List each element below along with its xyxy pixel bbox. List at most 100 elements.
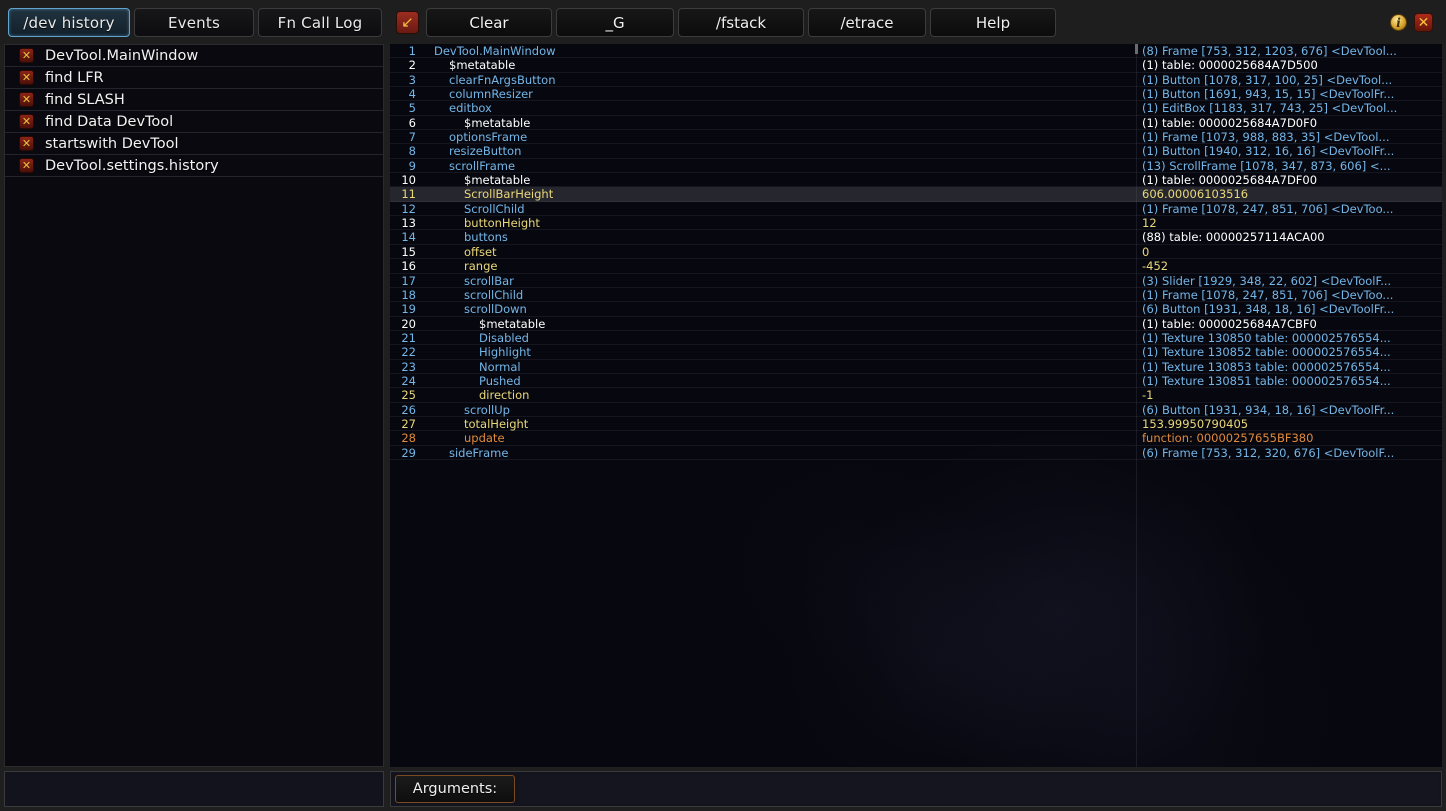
tree-row-key: Disabled	[479, 330, 529, 345]
tree-row-key: $metatable	[479, 316, 546, 331]
tree-row-number: 15	[401, 244, 416, 259]
tree-row-number: 24	[401, 373, 416, 388]
tree-row[interactable]: 28 update function: 00000257655BF380	[390, 431, 1442, 446]
top-toolbar: /dev history Events Fn Call Log ↙ Clear …	[0, 0, 1446, 44]
tree-row-value: (8) Frame [753, 312, 1203, 676] <DevTool…	[1142, 44, 1397, 58]
tree-row-value: (6) Button [1931, 348, 18, 16] <DevToolF…	[1142, 302, 1395, 317]
tree-row[interactable]: 25 direction -1	[390, 388, 1442, 403]
close-icon[interactable]: ✕	[1414, 13, 1433, 32]
tree-row-number: 28	[401, 431, 416, 446]
tree-row-number: 11	[401, 187, 416, 202]
etrace-button[interactable]: /etrace	[808, 8, 926, 37]
tree-row-number: 21	[401, 330, 416, 345]
collapse-arrow-button[interactable]: ↙	[396, 11, 419, 34]
history-item[interactable]: ✕ startswith DevTool	[5, 133, 383, 155]
help-button[interactable]: Help	[930, 8, 1056, 37]
tree-row-key: range	[464, 259, 498, 274]
sidebar-command-input[interactable]	[4, 771, 384, 807]
arrow-down-left-icon: ↙	[401, 13, 414, 31]
history-sidebar: ✕ DevTool.MainWindow ✕ find LFR ✕ find SLASH ✕…	[4, 44, 384, 767]
tab-events-label: Events	[168, 13, 220, 32]
tree-row-key: Normal	[479, 359, 521, 374]
history-item-delete-icon[interactable]: ✕	[19, 70, 34, 85]
tree-row[interactable]: 26 scrollUp (6) Button [1931, 934, 18, 16]…	[390, 403, 1442, 417]
tab-events[interactable]: Events	[134, 8, 254, 37]
tree-row[interactable]: 20 $metatable (1) table: 0000025684A7CBF0	[390, 317, 1442, 331]
tab-dev-history[interactable]: /dev history	[8, 8, 130, 37]
tree-row[interactable]: 12 ScrollChild (1) Frame [1078, 247, 851, …	[390, 202, 1442, 217]
tree-row[interactable]: 6 $metatable (1) table: 0000025684A7D0F0	[390, 116, 1442, 131]
tree-row-number: 7	[408, 130, 416, 145]
object-tree-panel: 1 DevTool.MainWindow (8) Frame [753, 312, …	[390, 44, 1442, 767]
tree-row-key: $metatable	[449, 58, 516, 73]
tree-row[interactable]: 16 range -452	[390, 259, 1442, 274]
history-item-delete-icon[interactable]: ✕	[19, 158, 34, 173]
tree-row-number: 10	[401, 173, 416, 188]
history-item[interactable]: ✕ find Data DevTool	[5, 111, 383, 133]
fstack-button[interactable]: /fstack	[678, 8, 804, 37]
tree-row-number: 19	[401, 302, 416, 317]
tree-row[interactable]: 1 DevTool.MainWindow (8) Frame [753, 312, …	[390, 44, 1442, 59]
tree-row[interactable]: 5 editbox (1) EditBox [1183, 317, 743, 25]…	[390, 101, 1442, 116]
tree-row[interactable]: 17 scrollBar (3) Slider [1929, 348, 22, 60…	[390, 274, 1442, 288]
tree-row[interactable]: 10 $metatable (1) table: 0000025684A7DF00	[390, 173, 1442, 188]
arguments-button[interactable]: Arguments:	[395, 775, 515, 803]
tree-row[interactable]: 14 buttons (88) table: 00000257114ACA00	[390, 230, 1442, 245]
tree-row[interactable]: 23 Normal (1) Texture 130853 table: 000002…	[390, 360, 1442, 374]
tree-row-number: 1	[408, 44, 416, 58]
help-button-label: Help	[975, 13, 1011, 32]
history-item-delete-icon[interactable]: ✕	[19, 48, 34, 63]
tree-row[interactable]: 2 $metatable (1) table: 0000025684A7D500	[390, 58, 1442, 73]
tree-row-value: (1) table: 0000025684A7DF00	[1142, 173, 1318, 188]
tree-row-number: 18	[401, 287, 416, 302]
etrace-button-label: /etrace	[840, 13, 894, 32]
tree-row-key: clearFnArgsButton	[449, 72, 556, 87]
tree-row[interactable]: 9 scrollFrame (13) ScrollFrame [1078, 347,…	[390, 159, 1442, 174]
tree-row[interactable]: 4 columnResizer (1) Button [1691, 943, 15,…	[390, 87, 1442, 102]
clear-button[interactable]: Clear	[426, 8, 552, 37]
history-item[interactable]: ✕ find SLASH	[5, 89, 383, 111]
arguments-input[interactable]	[519, 774, 1439, 804]
history-item-delete-icon[interactable]: ✕	[19, 92, 34, 107]
tree-row-number: 8	[408, 144, 416, 159]
tree-row-key: offset	[464, 244, 497, 259]
tab-fn-call-log[interactable]: Fn Call Log	[258, 8, 382, 37]
devtool-window: /dev history Events Fn Call Log ↙ Clear …	[0, 0, 1446, 811]
tree-row-value: (1) Button [1078, 317, 100, 25] <DevTool…	[1142, 72, 1393, 87]
tree-row[interactable]: 19 scrollDown (6) Button [1931, 348, 18, 1…	[390, 302, 1442, 317]
tree-row[interactable]: 7 optionsFrame (1) Frame [1073, 988, 883, …	[390, 130, 1442, 145]
history-item-delete-icon[interactable]: ✕	[19, 136, 34, 151]
tree-row[interactable]: 15 offset 0	[390, 244, 1442, 260]
tree-row-value: 12	[1142, 216, 1157, 231]
tree-row[interactable]: 21 Disabled (1) Texture 130850 table: 0000…	[390, 330, 1442, 346]
tree-row-number: 20	[401, 316, 416, 331]
tree-row[interactable]: 13 buttonHeight 12	[390, 216, 1442, 231]
tree-row-key: scrollUp	[464, 402, 510, 417]
history-item[interactable]: ✕ DevTool.MainWindow	[5, 45, 383, 67]
tree-row[interactable]: 29 sideFrame (6) Frame [753, 312, 320, 676…	[390, 446, 1442, 460]
arguments-button-label: Arguments:	[412, 781, 498, 797]
history-list: ✕ DevTool.MainWindow ✕ find LFR ✕ find SLASH ✕…	[5, 45, 383, 177]
history-item-delete-icon[interactable]: ✕	[19, 114, 34, 129]
global-table-button[interactable]: _G	[556, 8, 674, 37]
tree-row[interactable]: 3 clearFnArgsButton (1) Button [1078, 317,…	[390, 72, 1442, 88]
tree-row-value: 606.00006103516	[1142, 187, 1249, 202]
tree-row[interactable]: 18 scrollChild (1) Frame [1078, 247, 851, …	[390, 287, 1442, 303]
tree-row[interactable]: 24 Pushed (1) Texture 130851 table: 000002…	[390, 373, 1442, 389]
tab-fn-call-log-label: Fn Call Log	[277, 13, 363, 32]
history-item[interactable]: ✕ find LFR	[5, 67, 383, 89]
tree-row-key: totalHeight	[464, 416, 529, 431]
tree-row[interactable]: 11 ScrollBarHeight 606.00006103516	[390, 187, 1442, 202]
history-item[interactable]: ✕ DevTool.settings.history	[5, 155, 383, 177]
tree-row[interactable]: 8 resizeButton (1) Button [1940, 312, 16, …	[390, 144, 1442, 159]
tree-row[interactable]: 22 Highlight (1) Texture 130852 table: 000…	[390, 345, 1442, 360]
info-icon[interactable]: i	[1390, 14, 1407, 31]
clear-button-label: Clear	[469, 13, 509, 32]
tree-row-key: scrollBar	[464, 273, 514, 288]
tree-row-number: 29	[401, 445, 416, 460]
tree-row-key: $metatable	[464, 173, 531, 188]
tree-row[interactable]: 27 totalHeight 153.99950790405	[390, 416, 1442, 432]
column-resizer-handle[interactable]	[1135, 44, 1138, 54]
tree-row-value: (1) Texture 130851 table: 000002576554..…	[1142, 373, 1391, 388]
tab-dev-history-label: /dev history	[23, 13, 115, 32]
